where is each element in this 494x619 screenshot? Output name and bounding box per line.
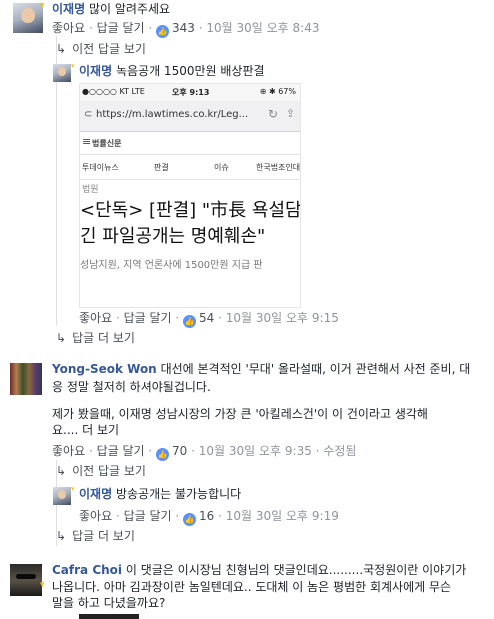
carrier-label: ●○○○○ KT LTE <box>82 87 145 96</box>
reply-link[interactable]: 답글 달기 <box>97 444 145 458</box>
commenter-name[interactable]: Yong-Seok Won <box>52 362 157 376</box>
reply-arrow-icon: ↳ <box>56 331 67 345</box>
like-icon: 👍 <box>156 448 170 461</box>
commenter-name[interactable]: 이재명 <box>79 64 112 78</box>
article-preview: 법원 <단독> [판결] "市長 욕설담 긴 파일공개는 명예훼손" 성남지원,… <box>80 180 300 307</box>
commenter-name[interactable]: 이재명 <box>79 487 112 501</box>
like-link[interactable]: 좋아요 <box>52 21 85 35</box>
crown-icon: ▾ <box>71 485 75 493</box>
article-section: 법원 <box>82 185 99 195</box>
reply-arrow-icon: ↳ <box>56 42 67 56</box>
avatar[interactable] <box>10 363 42 395</box>
like-count[interactable]: 70 <box>172 444 187 458</box>
avatar[interactable] <box>10 564 42 596</box>
category-tab: 한국법조인대 <box>256 163 301 172</box>
previous-replies-link[interactable]: ↳ 이전 답글 보기 <box>56 40 146 57</box>
timestamp[interactable]: 10월 30일 오후 9:35 <box>199 444 312 458</box>
crown-icon: ▾ <box>40 1 45 11</box>
like-link[interactable]: 좋아요 <box>79 311 112 325</box>
comment-text: 방송공개는 불가능합니다 <box>115 487 242 501</box>
more-replies-link[interactable]: ↳ 답글 더 보기 <box>56 329 135 346</box>
article-headline-line1: <단독> [판결] "市長 욕설담 <box>80 200 301 221</box>
comment-actions: 좋아요 · 답글 달기 · 👍 54 · 10월 30일 오후 9:15 <box>79 311 339 328</box>
avatar[interactable] <box>13 3 43 33</box>
clock-label: 오후 9:13 <box>172 88 210 97</box>
comment-text: 많이 알려주세요 <box>88 2 171 16</box>
comment-actions: 좋아요 · 답글 달기 · 👍 70 · 10월 30일 오후 9:35 · 수정… <box>52 444 357 461</box>
share-icon: ⇪ <box>285 107 295 120</box>
comment-body: Yong-Seok Won 대선에 본격적인 '무대' 올라설때, 이거 관련해… <box>52 360 470 378</box>
previous-replies-label: 이전 답글 보기 <box>72 464 146 478</box>
reply-link[interactable]: 답글 달기 <box>97 21 145 35</box>
like-count[interactable]: 343 <box>172 21 195 35</box>
like-count[interactable]: 54 <box>199 311 214 325</box>
menu-icon: ≡ <box>82 135 92 148</box>
battery-label: ⊕ ✱ 67% <box>259 87 296 96</box>
comment-text-line1: 이 댓글은 이시장님 친형님의 댓글인데요.........국정원이란 이야기가 <box>125 563 467 577</box>
like-link[interactable]: 좋아요 <box>79 509 112 523</box>
edited-label[interactable]: · 수정됨 <box>316 444 357 458</box>
comment-body: Cafra Choi 이 댓글은 이시장님 친형님의 댓글인데요........… <box>52 561 466 579</box>
commenter-name[interactable]: Cafra Choi <box>52 563 122 577</box>
site-name: 법률신문 <box>92 139 122 148</box>
comment-actions: 좋아요 · 답글 달기 · 👍 343 · 10월 30일 오후 8:43 <box>52 21 320 38</box>
reload-icon: ↻ <box>267 107 278 121</box>
like-link[interactable]: 좋아요 <box>52 444 85 458</box>
commenter-name[interactable]: 이재명 <box>52 2 85 16</box>
category-tab: 이슈 <box>214 163 229 172</box>
avatar[interactable] <box>53 487 71 505</box>
article-headline-line2: 긴 파일공개는 명예훼손" <box>80 226 266 247</box>
browser-url-bar: ⊂ https://m.lawtimes.co.kr/Leg... ↻ ⇪ <box>80 101 300 132</box>
like-icon: 👍 <box>183 315 197 328</box>
thread-line <box>56 86 57 326</box>
phone-status-bar: ●○○○○ KT LTE 오후 9:13 ⊕ ✱ 67% <box>80 84 300 100</box>
comment-text-line3: 말을 하고 다녔을까요? <box>52 596 166 610</box>
timestamp[interactable]: 10월 30일 오후 9:19 <box>226 509 339 523</box>
reply-link[interactable]: 답글 달기 <box>124 509 172 523</box>
timestamp[interactable]: 10월 30일 오후 8:43 <box>206 21 319 35</box>
like-icon: 👍 <box>183 513 197 526</box>
avatar[interactable] <box>53 64 71 82</box>
comment-text-line2: 응 정말 철저히 하셔야될겁니다. <box>52 380 211 394</box>
reply-arrow-icon: ↳ <box>56 529 67 543</box>
site-category-bar: 투데이뉴스 판결 이슈 한국법조인대 <box>80 155 300 180</box>
site-header: ≡ 법률신문 <box>80 132 300 155</box>
category-tab: 판결 <box>154 163 169 172</box>
attached-image-partial[interactable] <box>79 614 139 619</box>
comment-text: 녹음공개 1500만원 배상판결 <box>115 64 265 78</box>
more-replies-label: 답글 더 보기 <box>72 529 135 543</box>
previous-replies-link[interactable]: ↳ 이전 답글 보기 <box>56 462 146 479</box>
comment-actions: 좋아요 · 답글 달기 · 👍 16 · 10월 30일 오후 9:19 <box>79 509 339 526</box>
crown-icon: ▾ <box>40 580 45 590</box>
reply-body: 이재명 방송공개는 불가능합니다 <box>79 485 241 503</box>
comment-text-line1: 대선에 본격적인 '무대' 올라설때, 이거 관련해서 사전 준비, 대 <box>160 362 471 376</box>
like-count[interactable]: 16 <box>199 509 214 523</box>
article-subtitle: 성남지원, 지역 언론사에 1500만원 지급 판 <box>80 260 263 271</box>
category-tab: 투데이뉴스 <box>82 163 119 172</box>
timestamp[interactable]: 10월 30일 오후 9:15 <box>226 311 339 325</box>
more-replies-link[interactable]: ↳ 답글 더 보기 <box>56 527 135 544</box>
comment-text-line4: 요.... 더 보기 <box>52 421 119 439</box>
see-more-link[interactable]: 요.... 더 보기 <box>52 423 119 437</box>
like-icon: 👍 <box>156 25 170 38</box>
attached-image[interactable]: ●○○○○ KT LTE 오후 9:13 ⊕ ✱ 67% ⊂ https://m… <box>79 83 301 308</box>
url-text: https://m.lawtimes.co.kr/Leg... <box>96 109 249 120</box>
crown-icon: ▾ <box>71 62 75 70</box>
reply-body: 이재명 녹음공개 1500만원 배상판결 <box>79 62 265 80</box>
reply-link[interactable]: 답글 달기 <box>124 311 172 325</box>
reply-arrow-icon: ↳ <box>56 464 67 478</box>
more-replies-label: 답글 더 보기 <box>72 331 135 345</box>
lock-icon: ⊂ <box>84 109 93 120</box>
comment-body: 이재명 많이 알려주세요 <box>52 0 170 18</box>
previous-replies-label: 이전 답글 보기 <box>72 42 146 56</box>
